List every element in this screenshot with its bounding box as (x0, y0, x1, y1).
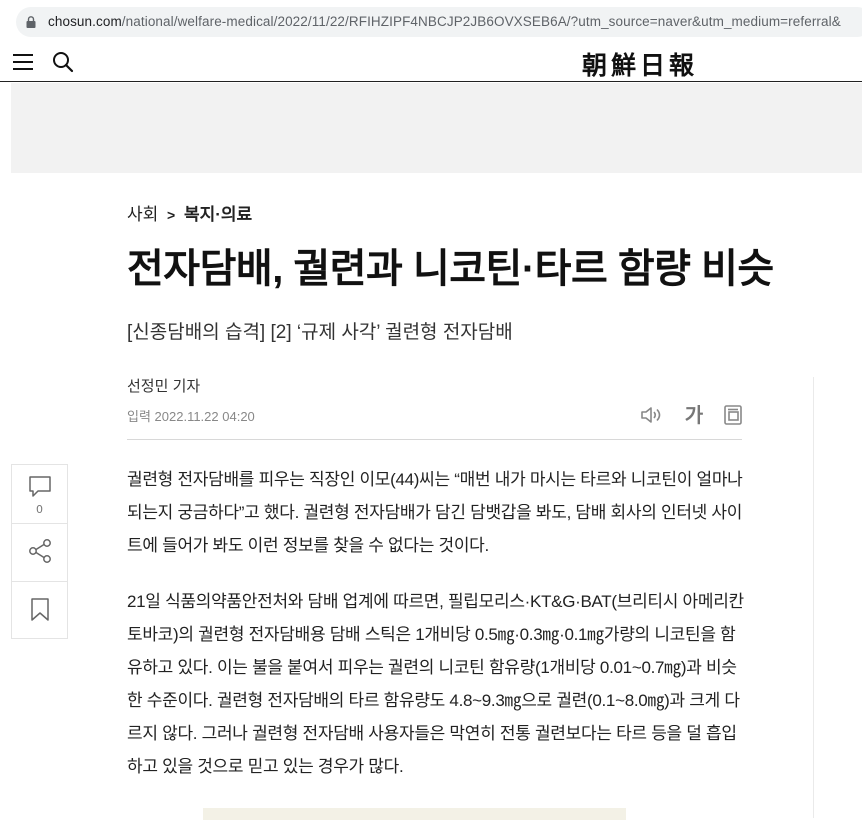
comment-icon (29, 476, 51, 497)
breadcrumb-subsection[interactable]: 복지·의료 (184, 205, 252, 224)
publish-date: 입력 2022.11.22 04:20 (127, 409, 255, 424)
url-path: /national/welfare-medical/2022/11/22/RFI… (121, 14, 841, 29)
article-paragraph: 21일 식품의약품안전처와 담배 업계에 따르면, 필립모리스·KT&G·BAT… (127, 592, 744, 776)
lock-icon (26, 16, 36, 28)
font-size-button[interactable]: 가 (679, 400, 709, 430)
bookmark-icon (31, 598, 49, 621)
search-icon[interactable] (52, 51, 74, 73)
author-byline[interactable]: 선정민 기자 (127, 375, 200, 396)
site-header: 朝鮮日報 (0, 42, 862, 82)
article-subtitle: [신종담배의 습격] [2] ‘규제 사각’ 궐련형 전자담배 (127, 322, 513, 343)
breadcrumb: 사회 > 복지·의료 (127, 200, 252, 225)
article-paragraph: 궐련형 전자담배를 피우는 직장인 이모(44)씨는 “매번 내가 마시는 타르… (127, 470, 743, 555)
comment-button[interactable]: 0 (12, 465, 67, 524)
url-host: chosun.com (48, 14, 122, 29)
breadcrumb-separator: > (167, 207, 176, 223)
speaker-icon[interactable] (636, 400, 666, 430)
article-photo (203, 808, 626, 820)
menu-icon[interactable] (13, 54, 33, 70)
content-divider (813, 377, 814, 818)
article-headline: 전자담배, 궐련과 니코틴·타르 함량 비슷 (127, 247, 774, 291)
print-icon[interactable] (718, 400, 748, 430)
site-logo[interactable]: 朝鮮日報 (582, 46, 698, 82)
meta-divider (127, 439, 742, 440)
share-icon (29, 539, 51, 563)
browser-url-bar: chosun.com/national/welfare-medical/2022… (0, 0, 862, 42)
url-text[interactable]: chosun.com/national/welfare-medical/2022… (48, 14, 841, 29)
share-sidebar: 0 (11, 464, 68, 639)
bookmark-button[interactable] (12, 581, 67, 639)
breadcrumb-section[interactable]: 사회 (127, 205, 158, 224)
ad-banner (11, 83, 862, 173)
share-button[interactable] (12, 523, 67, 582)
comment-count: 0 (36, 503, 43, 516)
address-field[interactable]: chosun.com/national/welfare-medical/2022… (16, 7, 862, 37)
